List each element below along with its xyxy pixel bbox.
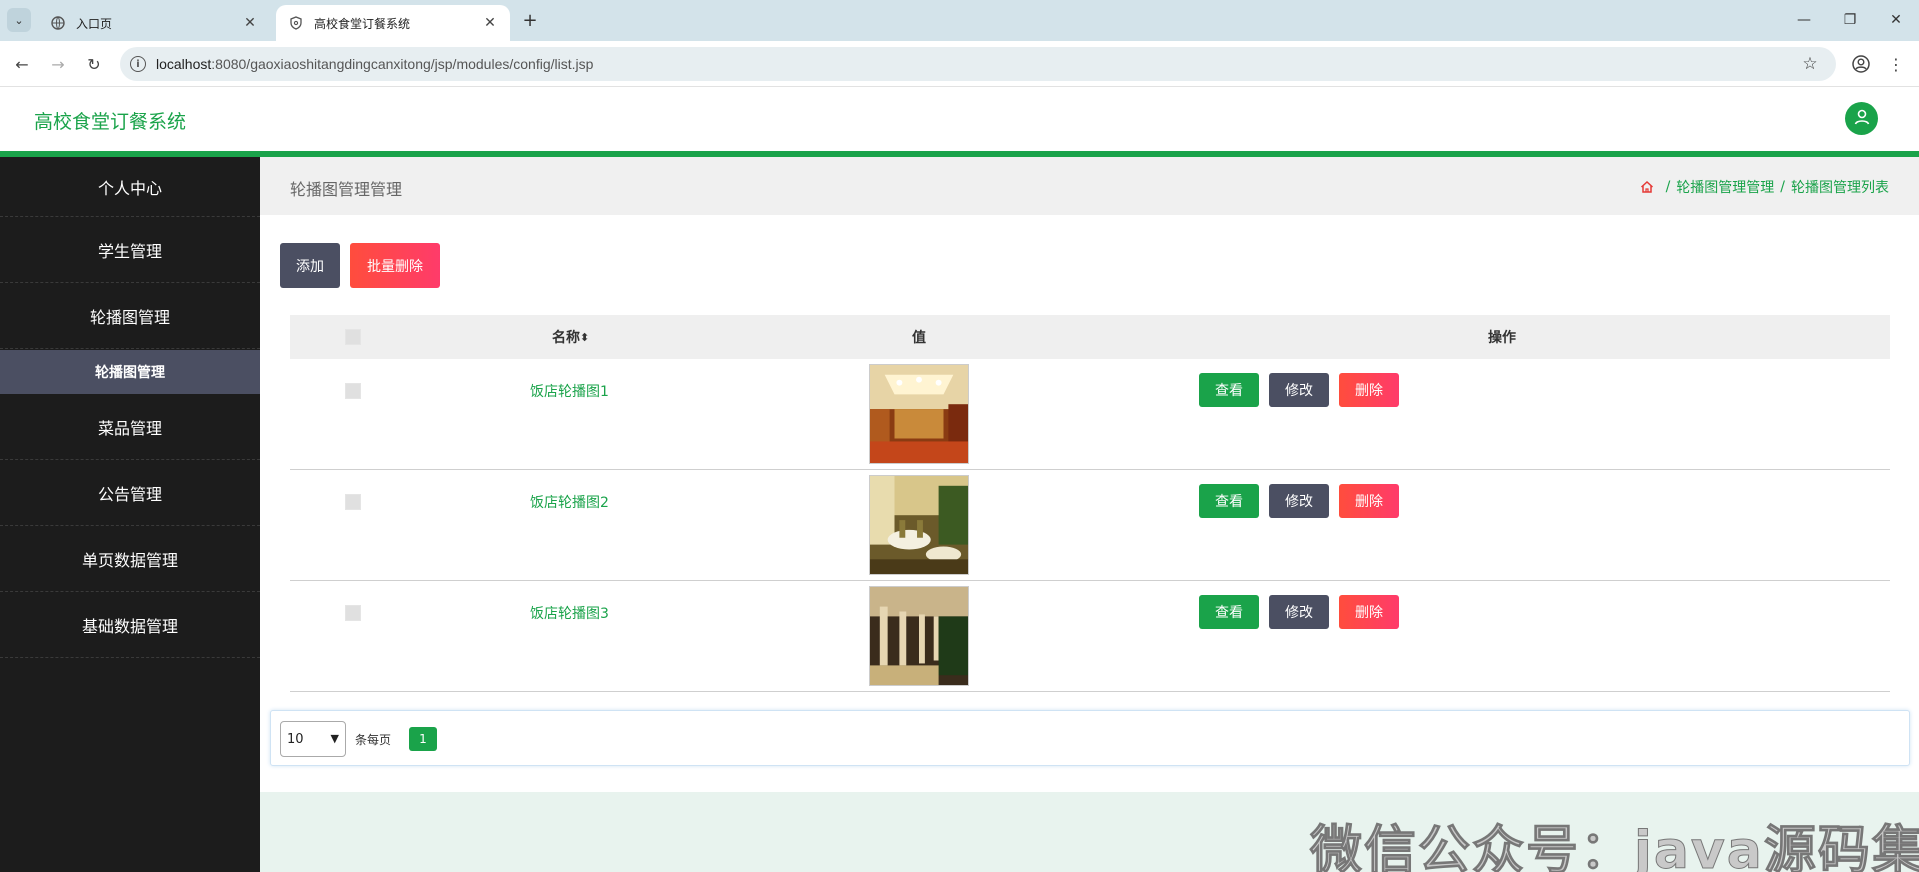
breadcrumb-item-list: 轮播图管理列表 [1791, 180, 1889, 196]
page-header: 轮播图管理管理 / 轮播图管理管理 / 轮播图管理列表 [260, 157, 1919, 215]
close-icon: ✕ [1890, 12, 1902, 28]
close-icon[interactable]: ✕ [480, 13, 500, 33]
main-area: 轮播图管理管理 / 轮播图管理管理 / 轮播图管理列表 添加 批量删除 名称 ⬍ … [260, 157, 1919, 872]
shield-icon [288, 15, 304, 31]
sidebar-item-single-page[interactable]: 单页数据管理 [0, 526, 260, 592]
minimize-button[interactable]: — [1784, 6, 1824, 34]
globe-icon [50, 15, 66, 31]
column-header-name[interactable]: 名称 ⬍ [552, 315, 589, 359]
browser-toolbar: ← → ↻ i localhost:8080/gaoxiaoshitangdin… [0, 41, 1919, 87]
sidebar-subitem-carousel[interactable]: 轮播图管理 [0, 350, 260, 394]
batch-delete-button[interactable]: 批量删除 [350, 243, 440, 288]
row-thumbnail[interactable] [869, 364, 969, 468]
content-panel: 添加 批量删除 名称 ⬍ 值 操作 饭店轮播图1 查看 修改 删除 饭店轮播图2… [260, 215, 1919, 792]
sidebar-item-dishes[interactable]: 菜品管理 [0, 394, 260, 460]
app-header: 高校食堂订餐系统 [0, 87, 1919, 151]
table-row: 饭店轮播图2 查看 修改 删除 [290, 470, 1890, 581]
browser-tab-entry[interactable]: 入口页 ✕ [38, 5, 270, 41]
delete-button[interactable]: 删除 [1339, 484, 1399, 518]
row-name-link[interactable]: 饭店轮播图1 [530, 381, 609, 401]
breadcrumb-separator: / [1780, 179, 1785, 195]
row-thumbnail[interactable] [869, 475, 969, 579]
app-title: 高校食堂订餐系统 [34, 111, 187, 133]
page-title: 轮播图管理管理 [290, 180, 403, 199]
watermark-text: 微信公众号：java源码集合 [1310, 821, 1919, 872]
browser-tab-active[interactable]: 高校食堂订餐系统 ✕ [276, 5, 510, 41]
reload-button[interactable]: ↻ [82, 52, 106, 76]
minimize-icon: — [1797, 12, 1811, 28]
edit-button[interactable]: 修改 [1269, 484, 1329, 518]
delete-button[interactable]: 删除 [1339, 595, 1399, 629]
view-button[interactable]: 查看 [1199, 595, 1259, 629]
select-all-checkbox-cell [345, 315, 361, 359]
table-row: 饭店轮播图1 查看 修改 删除 [290, 359, 1890, 470]
table-row: 饭店轮播图3 查看 修改 删除 [290, 581, 1890, 692]
new-tab-button[interactable]: + [519, 9, 541, 31]
sort-icon[interactable]: ⬍ [580, 331, 589, 344]
arrow-left-icon: ← [15, 54, 29, 74]
close-window-button[interactable]: ✕ [1876, 6, 1916, 34]
select-all-checkbox[interactable] [345, 329, 361, 345]
chevron-down-icon: ⌄ [14, 13, 24, 27]
page-size-select[interactable]: 10 ▼ [280, 721, 346, 757]
user-avatar-button[interactable] [1845, 102, 1878, 135]
sidebar-item-personal-center[interactable]: 个人中心 [0, 157, 260, 217]
row-checkbox[interactable] [345, 494, 361, 510]
sidebar-item-carousel[interactable]: 轮播图管理 [0, 283, 260, 349]
tab-title: 高校食堂订餐系统 [314, 16, 411, 31]
arrow-right-icon: → [51, 54, 65, 74]
pagination-bar: 10 ▼ 条每页 1 [270, 710, 1910, 766]
restore-icon: ❐ [1843, 12, 1857, 28]
page-number-button[interactable]: 1 [409, 727, 437, 751]
view-button[interactable]: 查看 [1199, 373, 1259, 407]
edit-button[interactable]: 修改 [1269, 373, 1329, 407]
add-button[interactable]: 添加 [280, 243, 340, 288]
breadcrumb-item-module[interactable]: 轮播图管理管理 [1676, 177, 1774, 197]
restaurant-image [869, 364, 969, 464]
back-button[interactable]: ← [10, 52, 34, 76]
sidebar-item-student[interactable]: 学生管理 [0, 217, 260, 283]
browser-tab-bar: ⌄ 入口页 ✕ 高校食堂订餐系统 ✕ + — ❐ ✕ [0, 0, 1919, 41]
edit-button[interactable]: 修改 [1269, 595, 1329, 629]
per-page-label: 条每页 [355, 733, 392, 747]
chevron-down-icon: ▼ [330, 732, 339, 745]
breadcrumb-separator: / [1665, 179, 1671, 195]
restaurant-image [869, 475, 969, 575]
breadcrumb: / 轮播图管理管理 / 轮播图管理列表 [1640, 177, 1889, 197]
column-header-ops: 操作 [1488, 330, 1516, 346]
view-button[interactable]: 查看 [1199, 484, 1259, 518]
tab-search-button[interactable]: ⌄ [7, 8, 31, 32]
column-header-value: 值 [912, 330, 926, 346]
restaurant-image [869, 586, 969, 686]
url-text[interactable]: localhost:8080/gaoxiaoshitangdingcanxito… [156, 56, 1798, 72]
sidebar-item-announcements[interactable]: 公告管理 [0, 460, 260, 526]
forward-button[interactable]: → [46, 52, 70, 76]
row-thumbnail[interactable] [869, 586, 969, 690]
address-bar[interactable]: i localhost:8080/gaoxiaoshitangdingcanxi… [120, 47, 1836, 81]
table-header: 名称 ⬍ 值 操作 [290, 315, 1890, 359]
row-checkbox[interactable] [345, 605, 361, 621]
reload-icon: ↻ [87, 54, 101, 74]
sidebar: 个人中心 学生管理 轮播图管理 轮播图管理 菜品管理 公告管理 单页数据管理 基… [0, 157, 260, 872]
profile-icon[interactable] [1849, 52, 1873, 76]
bookmark-star-icon[interactable]: ☆ [1798, 52, 1822, 76]
row-name-link[interactable]: 饭店轮播图3 [530, 603, 609, 623]
tab-title: 入口页 [76, 16, 113, 31]
sidebar-item-basic-data[interactable]: 基础数据管理 [0, 592, 260, 658]
more-menu-icon[interactable]: ⋮ [1884, 52, 1908, 76]
row-checkbox[interactable] [345, 383, 361, 399]
restore-button[interactable]: ❐ [1830, 6, 1870, 34]
row-name-link[interactable]: 饭店轮播图2 [530, 492, 609, 512]
delete-button[interactable]: 删除 [1339, 373, 1399, 407]
home-icon[interactable] [1640, 180, 1654, 194]
data-table: 名称 ⬍ 值 操作 饭店轮播图1 查看 修改 删除 饭店轮播图2 查看 修改 删… [290, 315, 1890, 692]
close-icon[interactable]: ✕ [240, 13, 260, 33]
user-icon [1853, 108, 1871, 130]
plus-icon: + [522, 9, 538, 31]
info-icon[interactable]: i [130, 56, 146, 72]
